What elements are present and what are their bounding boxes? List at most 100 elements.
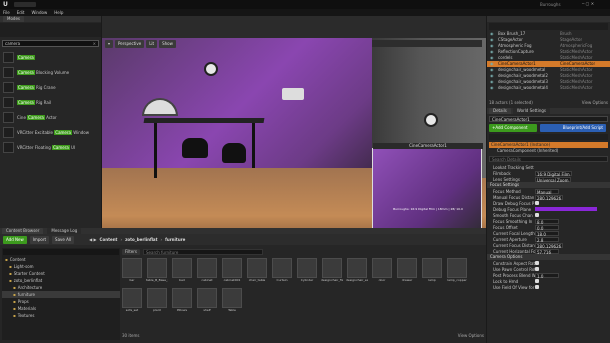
viewport-menu-button[interactable]: ▾ (105, 40, 114, 48)
asset-tile[interactable]: Curtain (272, 258, 292, 282)
mode-toolbar[interactable] (0, 23, 101, 37)
level-toolbar[interactable] (102, 16, 486, 38)
property-value-field[interactable]: 57.716 (535, 248, 559, 255)
modes-item[interactable]: Cine Camera Actor (0, 110, 101, 125)
outliner-search[interactable] (489, 23, 608, 30)
asset-tile[interactable]: chair_table (247, 258, 267, 282)
property-value-field[interactable]: 0.0 (535, 224, 559, 231)
checkbox-icon[interactable] (535, 213, 539, 217)
actor-name-field[interactable]: CineCameraActor1 (489, 116, 608, 122)
viewport[interactable]: ▾ Perspective Lit Show CineCameraActor1 … (102, 38, 486, 245)
folder-item[interactable]: ▪ Materials (2, 305, 120, 312)
debug-focus-color-swatch[interactable] (535, 207, 597, 211)
asset-tile[interactable]: cabinet001 (222, 258, 242, 282)
level-tab[interactable] (14, 2, 36, 7)
folder-item[interactable]: ▪ zoto_berlinflat (2, 277, 120, 284)
modes-item[interactable]: VRCitter Floating Camera UI (0, 140, 101, 155)
clear-icon[interactable]: × (93, 41, 96, 47)
light-gizmo-icon[interactable] (204, 62, 218, 76)
modes-item[interactable]: VRCitter Excitable Camera Window (0, 125, 101, 140)
light-gizmo-icon-2[interactable] (424, 113, 438, 127)
details-search-input[interactable]: Search Details (489, 156, 608, 162)
path-1[interactable]: zoto_berlinflat (125, 237, 157, 242)
outliner-view-options[interactable]: View Options (582, 100, 608, 105)
menu-window[interactable]: Window (31, 10, 47, 15)
import-button[interactable]: Import (29, 235, 50, 244)
folder-item[interactable]: ▪ Light-som (2, 263, 120, 270)
filters-button[interactable]: Filters (122, 248, 140, 255)
checkbox-icon[interactable] (535, 267, 539, 271)
menu-file[interactable]: File (3, 10, 10, 15)
folder-search[interactable] (3, 249, 119, 255)
modes-item[interactable]: Camera Blocking Volume (0, 65, 101, 80)
asset-tile[interactable]: plant (147, 288, 167, 312)
tab-modes[interactable]: Modes (3, 16, 24, 22)
asset-tile[interactable]: Table (222, 288, 242, 312)
tab-message-log[interactable]: Message Log (47, 228, 82, 234)
component-search[interactable] (489, 134, 608, 140)
visibility-eye-icon[interactable]: ◉ (490, 85, 498, 91)
label-rest: Actor (44, 115, 57, 120)
path-2[interactable]: furniture (165, 237, 185, 242)
property-value-field[interactable]: 2.8 (535, 236, 559, 243)
modes-item[interactable]: Camera Rig Rail (0, 95, 101, 110)
folder-item[interactable]: ▪ furniture (2, 291, 120, 298)
asset-tile[interactable]: Pillows (172, 288, 192, 312)
nav-arrows[interactable]: ◀ ▶ (89, 237, 96, 242)
folder-item[interactable]: ▪ Architecture (2, 284, 120, 291)
perspective-button[interactable]: Perspective (115, 40, 145, 48)
property-value-field[interactable]: 280.129626 (535, 194, 564, 201)
window-controls[interactable]: ─ ▢ ✕ (582, 1, 594, 6)
property-value-field[interactable]: 1.0 (535, 272, 559, 279)
modes-item[interactable]: Camera (0, 50, 101, 65)
checkbox-icon[interactable] (535, 279, 539, 283)
asset-tile[interactable]: table_B_Base_1t (146, 258, 168, 282)
property-value-field[interactable]: Manual (535, 188, 559, 195)
property-value-field[interactable]: Universal Zoom (535, 176, 571, 183)
asset-tile[interactable]: designchair_ext (346, 258, 368, 282)
show-button[interactable]: Show (159, 40, 176, 48)
folder-item[interactable]: ▪ Starter Content (2, 270, 120, 277)
checkbox-icon[interactable] (535, 201, 539, 205)
folder-item[interactable]: ▪ Props (2, 298, 120, 305)
add-new-button[interactable]: Add New (3, 235, 27, 244)
modes-search-input[interactable]: camera × (2, 40, 99, 47)
property-value-field[interactable]: 280.129626 (535, 242, 564, 249)
path-0[interactable]: Content (100, 237, 118, 242)
property-value-field[interactable]: 16:9 Digital Film (535, 170, 572, 177)
property-value-field[interactable]: 18.0 (535, 230, 559, 237)
asset-tile[interactable]: Cylinder (297, 258, 317, 282)
asset-tile[interactable]: drawer (397, 258, 417, 282)
blueprint-button[interactable]: Blueprint/Add Script (540, 124, 606, 132)
folder-item[interactable]: ▪ Content (2, 256, 120, 263)
asset-tile[interactable]: lamp_copper (447, 258, 467, 282)
asset-tile[interactable]: bar (122, 258, 142, 282)
asset-tile[interactable]: sofa_set (122, 288, 142, 312)
asset-tile[interactable]: lamp (422, 258, 442, 282)
outliner-row[interactable]: ◉ designchair_woodmetal4 StaticMeshActor (487, 85, 610, 91)
save-all-button[interactable]: Save All (52, 235, 75, 244)
spotlight-gizmo-icon[interactable] (142, 98, 178, 116)
add-component-button[interactable]: +Add Component (489, 124, 537, 132)
camera-gizmo-icon[interactable] (282, 88, 304, 100)
menu-help[interactable]: Help (54, 10, 63, 15)
tab-world-settings[interactable]: World Settings (512, 108, 551, 114)
lit-button[interactable]: Lit (146, 40, 158, 48)
checkbox-icon[interactable] (535, 261, 539, 265)
asset-view-options[interactable]: View Options (458, 333, 484, 338)
transform-toolbar[interactable] (372, 40, 482, 47)
folder-item[interactable]: ▪ Textures (2, 312, 120, 319)
asset-tile[interactable]: bed (172, 258, 192, 282)
tab-details[interactable]: Details (489, 108, 511, 114)
modes-item[interactable]: Camera Rig Crane (0, 80, 101, 95)
asset-tile[interactable]: cabinet (197, 258, 217, 282)
checkbox-icon[interactable] (535, 285, 539, 289)
asset-tile[interactable]: door (372, 258, 392, 282)
property-value-field[interactable]: 8.0 (535, 218, 559, 225)
component-child[interactable]: CameraComponent (Inherited) (489, 148, 608, 154)
asset-tile[interactable]: designchair_flag (321, 258, 343, 282)
asset-search-input[interactable]: Search furniture (143, 248, 263, 255)
asset-tile[interactable]: shelf (197, 288, 217, 312)
menu-edit[interactable]: Edit (17, 10, 25, 15)
tab-content-browser[interactable]: Content Browser (2, 228, 44, 234)
